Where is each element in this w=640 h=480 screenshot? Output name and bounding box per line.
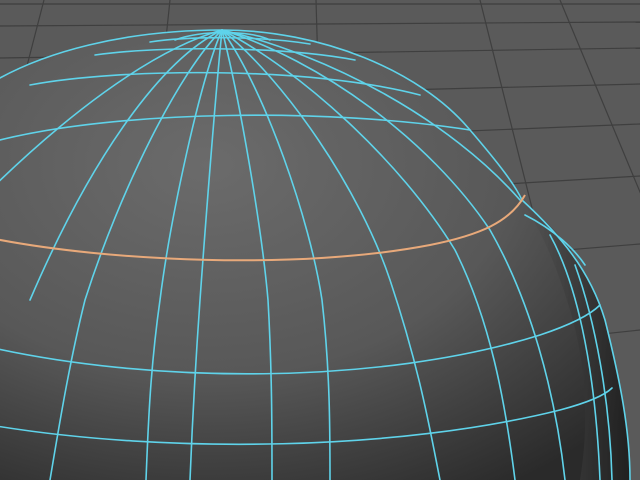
3d-viewport[interactable] [0, 0, 640, 480]
viewport-canvas[interactable] [0, 0, 640, 480]
